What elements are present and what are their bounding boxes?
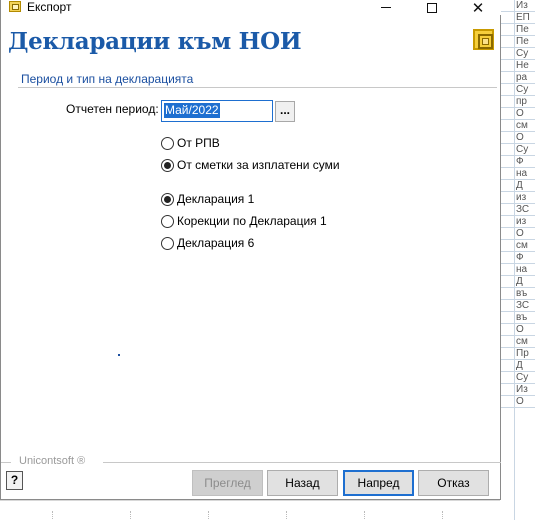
background-list-row: Су — [500, 372, 535, 384]
background-list-row: ЗС — [500, 300, 535, 312]
help-button[interactable]: ? — [6, 471, 23, 490]
background-list-row: Пе — [500, 24, 535, 36]
background-list-row: Ф — [500, 156, 535, 168]
background-list-row: Д — [500, 180, 535, 192]
close-button[interactable]: ✕ — [455, 0, 501, 15]
background-grid-tick — [364, 511, 365, 520]
background-list-row: О — [500, 396, 535, 408]
background-list-row: ЕП — [500, 12, 535, 24]
background-list-row: О — [500, 324, 535, 336]
maximize-button[interactable] — [409, 0, 455, 15]
background-list-row: въ — [500, 288, 535, 300]
close-icon: ✕ — [471, 0, 485, 17]
preview-button[interactable]: Преглед — [192, 470, 263, 496]
radio-label: От РПВ — [177, 136, 220, 150]
background-list-row: см — [500, 120, 535, 132]
background-list-row: на — [500, 168, 535, 180]
page-title: Декларации към НОИ — [8, 28, 302, 55]
section-divider — [18, 87, 497, 88]
export-dialog: Експорт ✕ Декларации към НОИ Период и ти… — [0, 0, 501, 500]
section-title: Период и тип на декларацията — [21, 72, 194, 86]
help-icon: ? — [10, 473, 19, 487]
background-list-row: ЗС — [500, 204, 535, 216]
footer-divider — [103, 462, 501, 463]
stray-dot — [118, 354, 120, 356]
radio-source-rpv[interactable]: От РПВ — [161, 136, 220, 150]
radio-declaration-1[interactable]: Декларация 1 — [161, 192, 254, 206]
background-grid-tick — [208, 511, 209, 520]
background-list-row: Из — [500, 384, 535, 396]
period-input-value: Май/2022 — [164, 103, 220, 118]
background-list-row: въ — [500, 312, 535, 324]
window-title: Експорт — [27, 0, 72, 14]
background-list-row: на — [500, 264, 535, 276]
background-list: Из ЕП Пе Пе Су Не ра Су пр Осм О Су Фна Диз ЗС из Осм Фна… — [500, 0, 535, 520]
background-bottom-strip — [0, 500, 500, 520]
footer-divider — [1, 462, 11, 463]
background-grid-tick — [286, 511, 287, 520]
period-browse-button[interactable]: ... — [275, 101, 295, 122]
radio-label: От сметки за изплатени суми — [177, 158, 340, 172]
radio-icon — [161, 136, 174, 150]
background-list-row: Д — [500, 276, 535, 288]
background-list-row: см — [500, 336, 535, 348]
background-list-row: Д — [500, 360, 535, 372]
title-bar[interactable]: Експорт ✕ — [1, 0, 501, 15]
background-grid-tick — [52, 511, 53, 520]
radio-icon — [161, 214, 174, 228]
background-list-row: Су — [500, 144, 535, 156]
radio-label: Декларация 1 — [177, 192, 255, 206]
cancel-button[interactable]: Отказ — [418, 470, 489, 496]
radio-declaration-1-corrections[interactable]: Корекции по Декларация 1 — [161, 214, 327, 228]
background-list-row: О — [500, 108, 535, 120]
minimize-button[interactable] — [363, 0, 409, 15]
brand-label: Unicontsoft ® — [19, 455, 86, 467]
background-grid-tick — [130, 511, 131, 520]
background-list-row: Су — [500, 48, 535, 60]
background-list-row: Пр — [500, 348, 535, 360]
period-input[interactable]: Май/2022 — [161, 100, 273, 122]
radio-source-paid-amounts[interactable]: От сметки за изплатени суми — [161, 158, 340, 172]
back-button[interactable]: Назад — [267, 470, 338, 496]
background-list-row: О — [500, 228, 535, 240]
background-list-row: Су — [500, 84, 535, 96]
radio-label: Корекции по Декларация 1 — [177, 214, 327, 228]
app-icon — [9, 1, 21, 12]
background-list-row: Не — [500, 60, 535, 72]
background-list-row: Ф — [500, 252, 535, 264]
maximize-icon — [427, 2, 437, 13]
background-list-row: Пе — [500, 36, 535, 48]
background-list-row: из — [500, 216, 535, 228]
period-label: Отчетен период: — [66, 102, 159, 116]
background-list-row: О — [500, 132, 535, 144]
background-list-row: из — [500, 192, 535, 204]
background-grid-tick — [442, 511, 443, 520]
screen: Из ЕП Пе Пе Су Не ра Су пр Осм О Су Фна Диз ЗС из Осм Фна… — [0, 0, 535, 520]
radio-icon — [161, 236, 174, 250]
background-list-column-divider — [514, 0, 515, 520]
logo-icon — [473, 29, 494, 50]
background-list-row: ра — [500, 72, 535, 84]
radio-checked-icon — [161, 192, 174, 206]
radio-label: Декларация 6 — [177, 236, 255, 250]
radio-checked-icon — [161, 158, 174, 172]
background-list-row: пр — [500, 96, 535, 108]
background-list-row: см — [500, 240, 535, 252]
background-list-row: Из — [500, 0, 535, 12]
minimize-icon — [381, 7, 391, 8]
next-button[interactable]: Напред — [343, 470, 414, 496]
radio-declaration-6[interactable]: Декларация 6 — [161, 236, 254, 250]
